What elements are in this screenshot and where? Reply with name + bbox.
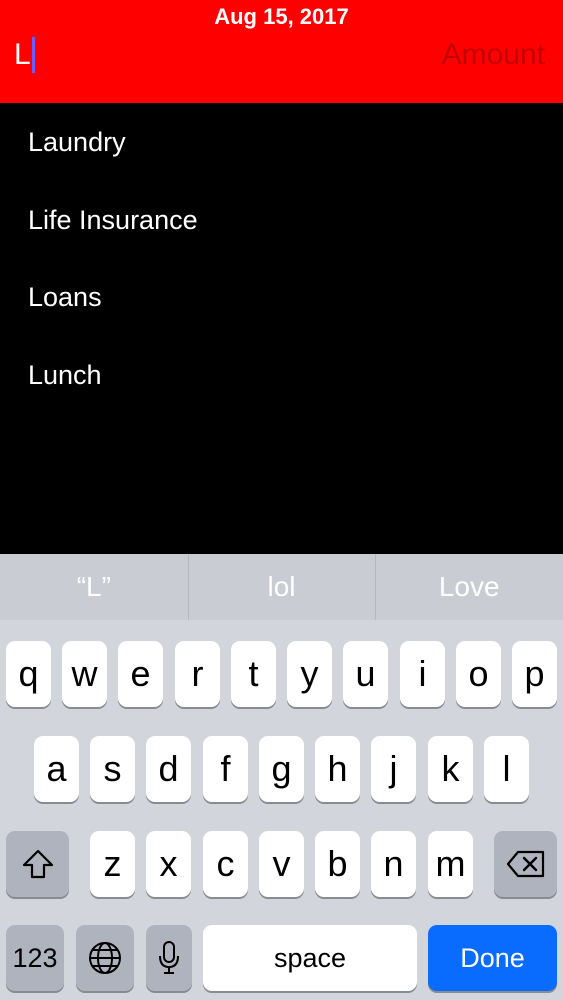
key-v[interactable]: v [259, 831, 304, 897]
key-s[interactable]: s [90, 736, 135, 802]
key-q[interactable]: q [6, 641, 51, 707]
prediction-1[interactable]: “L” [0, 554, 188, 620]
list-item[interactable]: Laundry [0, 104, 563, 182]
key-i[interactable]: i [400, 641, 445, 707]
key-h[interactable]: h [315, 736, 360, 802]
key-t[interactable]: t [231, 641, 276, 707]
list-item[interactable]: Lunch [0, 337, 563, 415]
key-c[interactable]: c [203, 831, 248, 897]
delete-key[interactable] [494, 831, 557, 897]
predictive-bar: “L” lol Love [0, 554, 563, 620]
done-button[interactable]: Done [428, 925, 557, 991]
list-item[interactable]: Loans [0, 259, 563, 337]
key-b[interactable]: b [315, 831, 360, 897]
key-row-2: a s d f g h j k l [0, 736, 563, 802]
microphone-key[interactable] [146, 925, 192, 991]
key-e[interactable]: e [118, 641, 163, 707]
shift-icon [22, 849, 53, 879]
key-d[interactable]: d [146, 736, 191, 802]
key-j[interactable]: j [371, 736, 416, 802]
key-o[interactable]: o [456, 641, 501, 707]
key-y[interactable]: y [287, 641, 332, 707]
key-row-1: q w e r t y u i o p [0, 641, 563, 707]
key-l[interactable]: l [484, 736, 529, 802]
list-item[interactable]: Life Insurance [0, 182, 563, 260]
key-a[interactable]: a [34, 736, 79, 802]
key-p[interactable]: p [512, 641, 557, 707]
delete-icon [506, 850, 544, 878]
globe-icon [89, 942, 121, 974]
key-z[interactable]: z [90, 831, 135, 897]
suggestion-list: Laundry Life Insurance Loans Lunch [0, 103, 563, 554]
prediction-2[interactable]: lol [187, 554, 376, 620]
key-u[interactable]: u [343, 641, 388, 707]
keyboard: “L” lol Love q w e r t y u i o p a s d f… [0, 554, 563, 1000]
prediction-3[interactable]: Love [375, 554, 563, 620]
header-bar: Aug 15, 2017 L [0, 0, 563, 103]
category-input[interactable]: L [14, 32, 314, 78]
category-input-value: L [14, 38, 31, 71]
key-row-4: 123 space Done [0, 925, 563, 991]
shift-key[interactable] [6, 831, 69, 897]
key-m[interactable]: m [428, 831, 473, 897]
text-caret [31, 37, 35, 73]
microphone-icon [159, 941, 179, 974]
key-k[interactable]: k [428, 736, 473, 802]
key-g[interactable]: g [259, 736, 304, 802]
key-w[interactable]: w [62, 641, 107, 707]
key-f[interactable]: f [203, 736, 248, 802]
date-label[interactable]: Aug 15, 2017 [0, 4, 563, 30]
globe-key[interactable] [76, 925, 134, 991]
numbers-key[interactable]: 123 [6, 925, 64, 991]
key-n[interactable]: n [371, 831, 416, 897]
key-x[interactable]: x [146, 831, 191, 897]
space-key[interactable]: space [203, 925, 417, 991]
amount-input[interactable] [345, 32, 545, 78]
key-r[interactable]: r [175, 641, 220, 707]
key-row-3: z x c v b n m [0, 831, 563, 897]
